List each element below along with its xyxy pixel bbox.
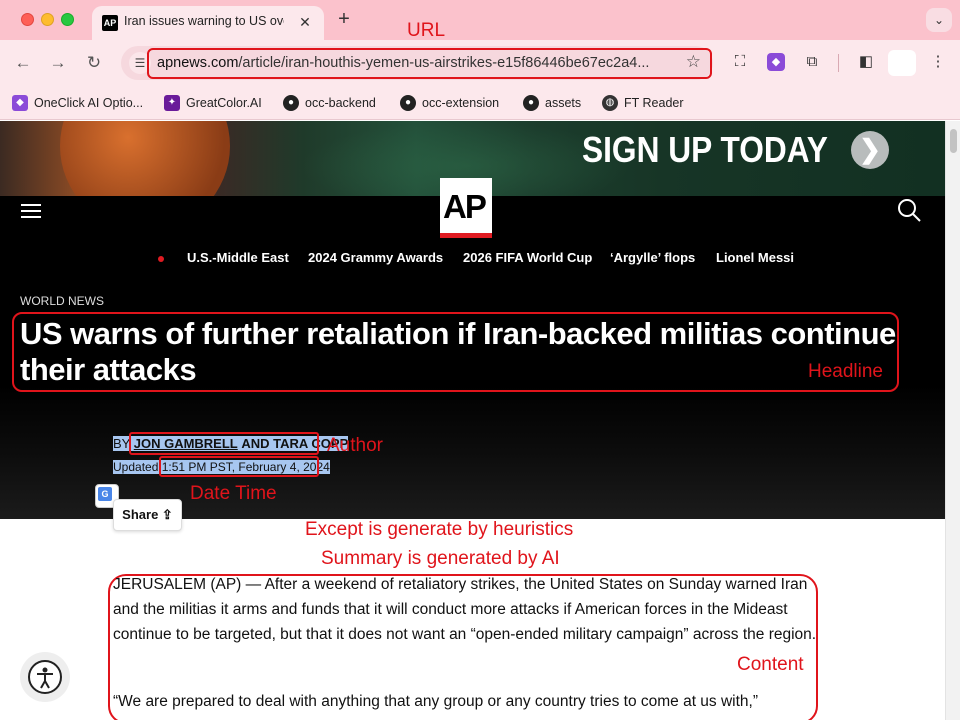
- topic-link[interactable]: Lionel Messi: [716, 250, 794, 265]
- bookmarks-bar: ◆ OneClick AI Optio... ✦ GreatColor.AI ●…: [0, 86, 960, 120]
- side-panel-icon[interactable]: ◧: [855, 51, 877, 73]
- bookmark-label: assets: [545, 96, 582, 110]
- byline-prefix: BY: [113, 436, 131, 451]
- bookmark-label: occ-extension: [422, 96, 500, 110]
- accessibility-icon: [28, 660, 62, 694]
- menu-hamburger-icon[interactable]: [21, 204, 41, 220]
- author-annotation-box: [129, 432, 319, 455]
- extension-oneclick-icon[interactable]: ◆: [767, 53, 785, 71]
- bookmark-item[interactable]: ◆ OneClick AI Optio...: [12, 93, 143, 113]
- bookmark-item[interactable]: ● occ-backend: [283, 93, 376, 113]
- scroll-thumb[interactable]: [950, 129, 957, 153]
- ad-arrow-button[interactable]: ❯: [851, 131, 889, 169]
- content-annotation-label: Content: [737, 654, 804, 675]
- article-paragraph: JERUSALEM (AP) — After a weekend of reta…: [113, 576, 817, 643]
- extensions-puzzle-icon[interactable]: ⧉: [801, 51, 823, 73]
- page-scrollbar[interactable]: [945, 121, 960, 720]
- close-window-button[interactable]: [21, 13, 34, 26]
- close-tab-icon[interactable]: ✕: [296, 13, 314, 31]
- ap-logo-text: AP: [443, 188, 487, 225]
- back-arrow-icon[interactable]: ←: [12, 52, 34, 74]
- article-paragraph: “We are prepared to deal with anything t…: [113, 693, 759, 710]
- tab-search-chevron-icon[interactable]: ⌄: [926, 8, 952, 32]
- bookmark-label: FT Reader: [624, 96, 684, 110]
- web-page: SIGN UP TODAY ❯ AP U.S.-Middle East 2024…: [0, 121, 945, 720]
- profile-avatar[interactable]: [888, 50, 916, 76]
- minimize-window-button[interactable]: [41, 13, 54, 26]
- screenshot-icon[interactable]: ⛶: [729, 51, 751, 73]
- url-annotation-box: [147, 48, 712, 79]
- github-icon: ●: [283, 95, 299, 111]
- bookmark-item[interactable]: ● occ-extension: [400, 93, 499, 113]
- section-label[interactable]: WORLD NEWS: [20, 294, 104, 308]
- tab-active[interactable]: AP Iran issues warning to US over ✕: [92, 6, 324, 40]
- tab-title: Iran issues warning to US over: [124, 14, 284, 28]
- author-annotation-label: Author: [327, 435, 383, 456]
- accessibility-button[interactable]: [20, 652, 70, 702]
- topic-link[interactable]: U.S.-Middle East: [187, 250, 289, 265]
- date-annotation-box: [159, 456, 319, 477]
- forward-arrow-icon[interactable]: →: [47, 52, 69, 74]
- new-tab-button[interactable]: +: [334, 9, 354, 29]
- share-button[interactable]: Share ⇪: [113, 499, 182, 531]
- oneclick-icon: ◆: [12, 95, 28, 111]
- share-label: Share: [122, 507, 159, 522]
- topic-link[interactable]: 2026 FIFA World Cup: [463, 250, 592, 265]
- ap-favicon-icon: AP: [102, 15, 118, 31]
- bookmark-item[interactable]: ● assets: [523, 93, 581, 113]
- github-icon: ●: [400, 95, 416, 111]
- headline-annotation-box: [12, 312, 899, 392]
- ap-logo-bar: [440, 233, 492, 238]
- bookmark-item[interactable]: ◍ FT Reader: [602, 93, 684, 113]
- github-icon: ●: [523, 95, 539, 111]
- globe-icon: ◍: [602, 95, 618, 111]
- tab-strip: AP Iran issues warning to US over ✕ + ⌄: [0, 0, 960, 40]
- url-annotation-label: URL: [407, 20, 446, 41]
- bookmark-label: occ-backend: [305, 96, 376, 110]
- basketball-image: [60, 121, 230, 196]
- date-annotation-label: Date Time: [190, 483, 277, 504]
- person-icon: [37, 667, 53, 689]
- bookmark-label: OneClick AI Optio...: [34, 96, 144, 110]
- updated-label: Updated: [113, 460, 159, 474]
- toolbar-divider: [838, 54, 839, 72]
- search-icon[interactable]: [896, 197, 922, 223]
- topic-link[interactable]: ‘Argylle’ flops: [610, 250, 695, 265]
- headline-annotation-label: Headline: [808, 361, 883, 382]
- topic-link[interactable]: 2024 Grammy Awards: [308, 250, 443, 265]
- greatcolor-icon: ✦: [164, 95, 180, 111]
- bookmark-item[interactable]: ✦ GreatColor.AI: [164, 93, 262, 113]
- trending-topics: U.S.-Middle East 2024 Grammy Awards 2026…: [0, 250, 945, 270]
- live-dot-icon: [158, 256, 164, 262]
- ap-logo[interactable]: AP: [440, 178, 492, 238]
- bookmark-label: GreatColor.AI: [186, 96, 262, 110]
- excerpt-note: Except is generate by heuristics: [305, 519, 574, 540]
- summary-note: Summary is generated by AI: [321, 548, 560, 569]
- article-hero: WORLD NEWS US warns of further retaliati…: [0, 294, 945, 519]
- reload-icon[interactable]: ↻: [83, 52, 105, 74]
- maximize-window-button[interactable]: [61, 13, 74, 26]
- ad-headline: SIGN UP TODAY: [582, 129, 828, 170]
- more-menu-icon[interactable]: ⋮: [927, 51, 949, 73]
- site-header: AP U.S.-Middle East 2024 Grammy Awards 2…: [0, 178, 945, 296]
